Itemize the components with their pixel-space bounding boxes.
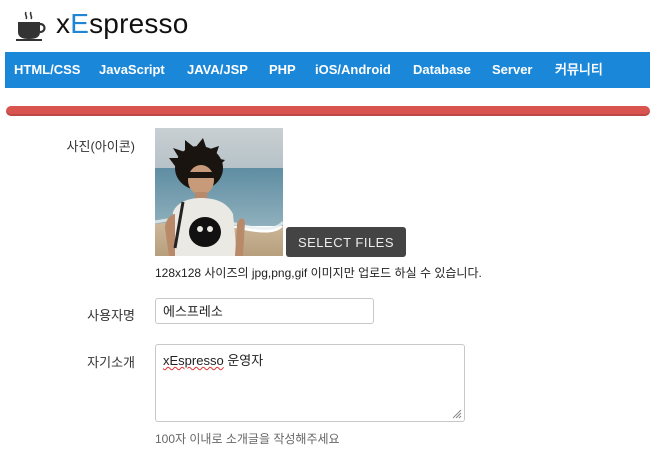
photo-help-text: 128x128 사이즈의 jpg,png,gif 이미지만 업로드 하실 수 있… [155,266,482,280]
main-navbar: HTML/CSS JavaScript JAVA/JSP PHP iOS/Android… [5,52,650,88]
select-files-button[interactable]: SELECT FILES [286,227,406,257]
nav-item-커뮤니티[interactable]: 커뮤니티 [555,52,603,88]
bio-text-rest: 운영자 [223,353,264,368]
nav-item-javascript[interactable]: JavaScript [99,52,165,88]
resize-handle-icon[interactable] [452,409,462,419]
upload-progress-bar [6,106,650,116]
bio-text-brand: xEspresso [163,353,224,368]
site-header: xEspresso [0,0,650,52]
nav-item-database[interactable]: Database [413,52,471,88]
username-label: 사용자명 [87,308,135,323]
nav-item-java-jsp[interactable]: JAVA/JSP [187,52,248,88]
nav-item-php[interactable]: PHP [269,52,296,88]
nav-item-server[interactable]: Server [492,52,532,88]
photo-label: 사진(아이콘) [66,139,135,154]
coffee-cup-icon[interactable] [14,10,48,42]
site-logo[interactable]: xEspresso [56,6,189,42]
bio-help-text: 100자 이내로 소개글을 작성해주세요 [155,432,340,446]
nav-item-ios-android[interactable]: iOS/Android [315,52,391,88]
profile-photo [155,128,283,256]
bio-textarea[interactable]: xEspresso 운영자 [155,344,465,422]
username-input[interactable]: 에스프레소 [155,298,374,324]
bio-label: 자기소개 [87,355,135,370]
nav-item-html-css[interactable]: HTML/CSS [14,52,80,88]
